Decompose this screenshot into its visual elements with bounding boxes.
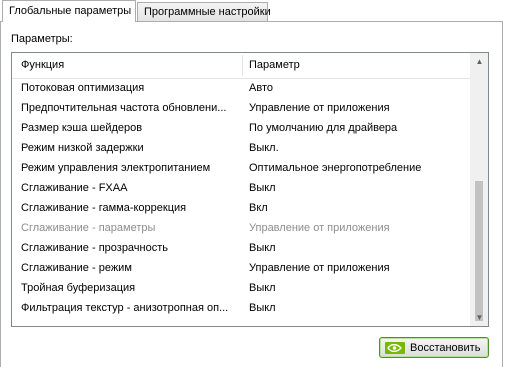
feature-name: Размер кэша шейдеров xyxy=(21,122,143,134)
tab-strip: Глобальные параметры Программные настрой… xyxy=(0,0,505,22)
list-item[interactable]: Размер кэша шейдеров По умолчанию для дра… xyxy=(12,118,471,138)
column-header-feature[interactable]: Функция xyxy=(21,53,64,78)
vertical-scrollbar[interactable]: ▲ ▼ xyxy=(470,53,488,326)
list-header: Функция Параметр xyxy=(12,53,471,79)
feature-value[interactable]: Выкл. xyxy=(249,138,279,158)
feature-name: Сглаживание - прозрачность xyxy=(21,242,169,254)
list-item[interactable]: Сглаживание - гамма-коррекция Вкл xyxy=(12,198,471,218)
feature-value[interactable]: Выкл xyxy=(249,278,276,298)
feature-name: Потоковая оптимизация xyxy=(21,82,145,94)
feature-value[interactable]: Управление от приложения xyxy=(249,98,390,118)
feature-value[interactable]: Выкл xyxy=(249,178,276,198)
feature-name: Сглаживание - параметры xyxy=(21,222,156,234)
list-item[interactable]: Сглаживание - режим Управление от приложе… xyxy=(12,258,471,278)
feature-value[interactable]: Оптимальное энергопотребление xyxy=(249,158,421,178)
list-item[interactable]: Сглаживание - прозрачность Выкл xyxy=(12,238,471,258)
tab-global-settings[interactable]: Глобальные параметры xyxy=(2,0,136,22)
feature-value: Управление от приложения xyxy=(249,222,390,234)
restore-button[interactable]: Восстановить xyxy=(379,337,489,358)
feature-name: Тройная буферизация xyxy=(21,282,136,294)
list-item[interactable]: Сглаживание - FXAA Выкл xyxy=(12,178,471,198)
list-item[interactable]: Потоковая оптимизация Авто xyxy=(12,78,471,98)
restore-button-label: Восстановить xyxy=(410,341,481,354)
feature-value[interactable]: По умолчанию для драйвера xyxy=(249,118,397,138)
scrollbar-thumb[interactable] xyxy=(475,181,483,321)
tab-program-settings[interactable]: Программные настройки xyxy=(137,2,271,21)
feature-name: Сглаживание - гамма-коррекция xyxy=(21,202,187,214)
column-separator[interactable] xyxy=(242,55,243,76)
feature-name: Режим управления электропитанием xyxy=(21,162,211,174)
list-rows: Потоковая оптимизация Авто Предпочтительн… xyxy=(12,78,471,318)
feature-value[interactable]: Авто xyxy=(249,78,273,98)
list-item[interactable]: Предпочтительная частота обновлени... Упр… xyxy=(12,98,471,118)
settings-list: Функция Параметр Потоковая оптимизация Ав… xyxy=(11,52,489,327)
feature-name: Режим низкой задержки xyxy=(21,142,144,154)
feature-name: Сглаживание - режим xyxy=(21,262,132,274)
column-header-value[interactable]: Параметр xyxy=(249,53,300,78)
list-item[interactable]: Тройная буферизация Выкл xyxy=(12,278,471,298)
feature-value[interactable]: Выкл xyxy=(249,298,276,318)
nvidia-logo-icon xyxy=(385,341,405,354)
feature-name: Сглаживание - FXAA xyxy=(21,182,128,194)
feature-name: Фильтрация текстур - анизотропная оп... xyxy=(21,302,229,314)
scroll-up-arrow-icon[interactable]: ▲ xyxy=(471,53,488,70)
list-item-disabled: Сглаживание - параметры Управление от при… xyxy=(12,218,471,238)
feature-value[interactable]: Вкл xyxy=(249,198,268,218)
list-item[interactable]: Режим низкой задержки Выкл. xyxy=(12,138,471,158)
settings-group-label: Параметры: xyxy=(11,33,73,45)
list-item[interactable]: Фильтрация текстур - анизотропная оп... В… xyxy=(12,298,471,318)
feature-name: Предпочтительная частота обновлени... xyxy=(21,102,227,114)
feature-value[interactable]: Управление от приложения xyxy=(249,258,390,278)
scroll-down-arrow-icon[interactable]: ▼ xyxy=(471,309,488,326)
list-item[interactable]: Режим управления электропитанием Оптималь… xyxy=(12,158,471,178)
feature-value[interactable]: Выкл xyxy=(249,238,276,258)
